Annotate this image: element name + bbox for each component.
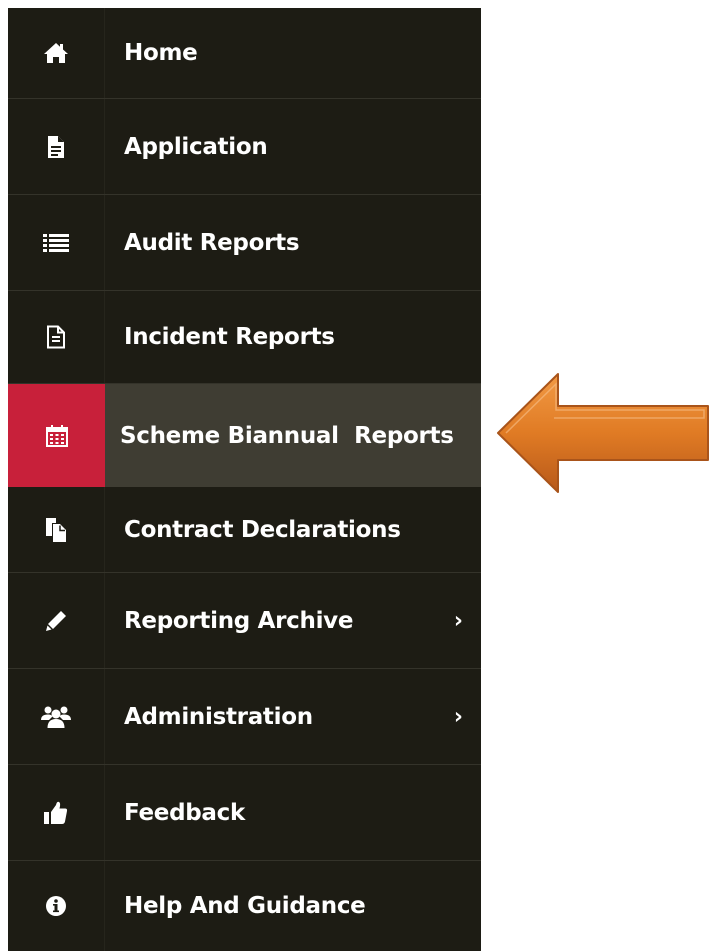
sidebar-item-help-and-guidance[interactable]: Help And Guidance xyxy=(8,861,481,951)
document-icon xyxy=(47,135,65,159)
pointer-arrow-icon xyxy=(496,372,710,498)
sidebar-item-label: Incident Reports xyxy=(124,324,335,350)
sidebar-item-label: Contract Declarations xyxy=(124,516,401,543)
sidebar-item-label: Home xyxy=(124,40,198,66)
sidebar-item-label: Scheme Biannual Reports xyxy=(120,422,454,449)
chevron-right-icon: › xyxy=(453,704,463,729)
sidebar-item-label: Administration xyxy=(124,703,313,730)
sidebar-item-incident-reports[interactable]: Incident Reports xyxy=(8,291,481,384)
sidebar-item-label: Help And Guidance xyxy=(124,893,366,919)
sidebar-item-reporting-archive[interactable]: Reporting Archive › xyxy=(8,573,481,669)
sidebar-item-administration[interactable]: Administration › xyxy=(8,669,481,765)
sidebar-item-label: Application xyxy=(124,133,268,160)
sidebar-item-contract-declarations[interactable]: Contract Declarations xyxy=(8,487,481,573)
info-icon xyxy=(45,895,67,917)
home-icon xyxy=(43,42,69,64)
list-icon xyxy=(43,233,69,253)
sidebar-item-feedback[interactable]: Feedback xyxy=(8,765,481,861)
copy-icon xyxy=(45,517,67,543)
users-icon xyxy=(41,705,71,729)
calendar-icon xyxy=(45,424,68,447)
sidebar-item-home[interactable]: Home xyxy=(8,8,481,99)
sidebar-item-scheme-biannual-reports[interactable]: Scheme Biannual Reports xyxy=(8,384,481,487)
sidebar-item-label: Reporting Archive xyxy=(124,607,354,634)
chevron-right-icon: › xyxy=(453,608,463,633)
sidebar-item-audit-reports[interactable]: Audit Reports xyxy=(8,195,481,291)
pencil-icon xyxy=(45,610,67,632)
thumbs-up-icon xyxy=(44,801,68,825)
sidebar-item-application[interactable]: Application xyxy=(8,99,481,195)
sidebar-item-label: Audit Reports xyxy=(124,229,300,256)
sidebar-item-label: Feedback xyxy=(124,799,245,826)
sidebar-nav: Home Application Audit Reports Incident … xyxy=(8,8,481,951)
document-outline-icon xyxy=(46,325,66,349)
